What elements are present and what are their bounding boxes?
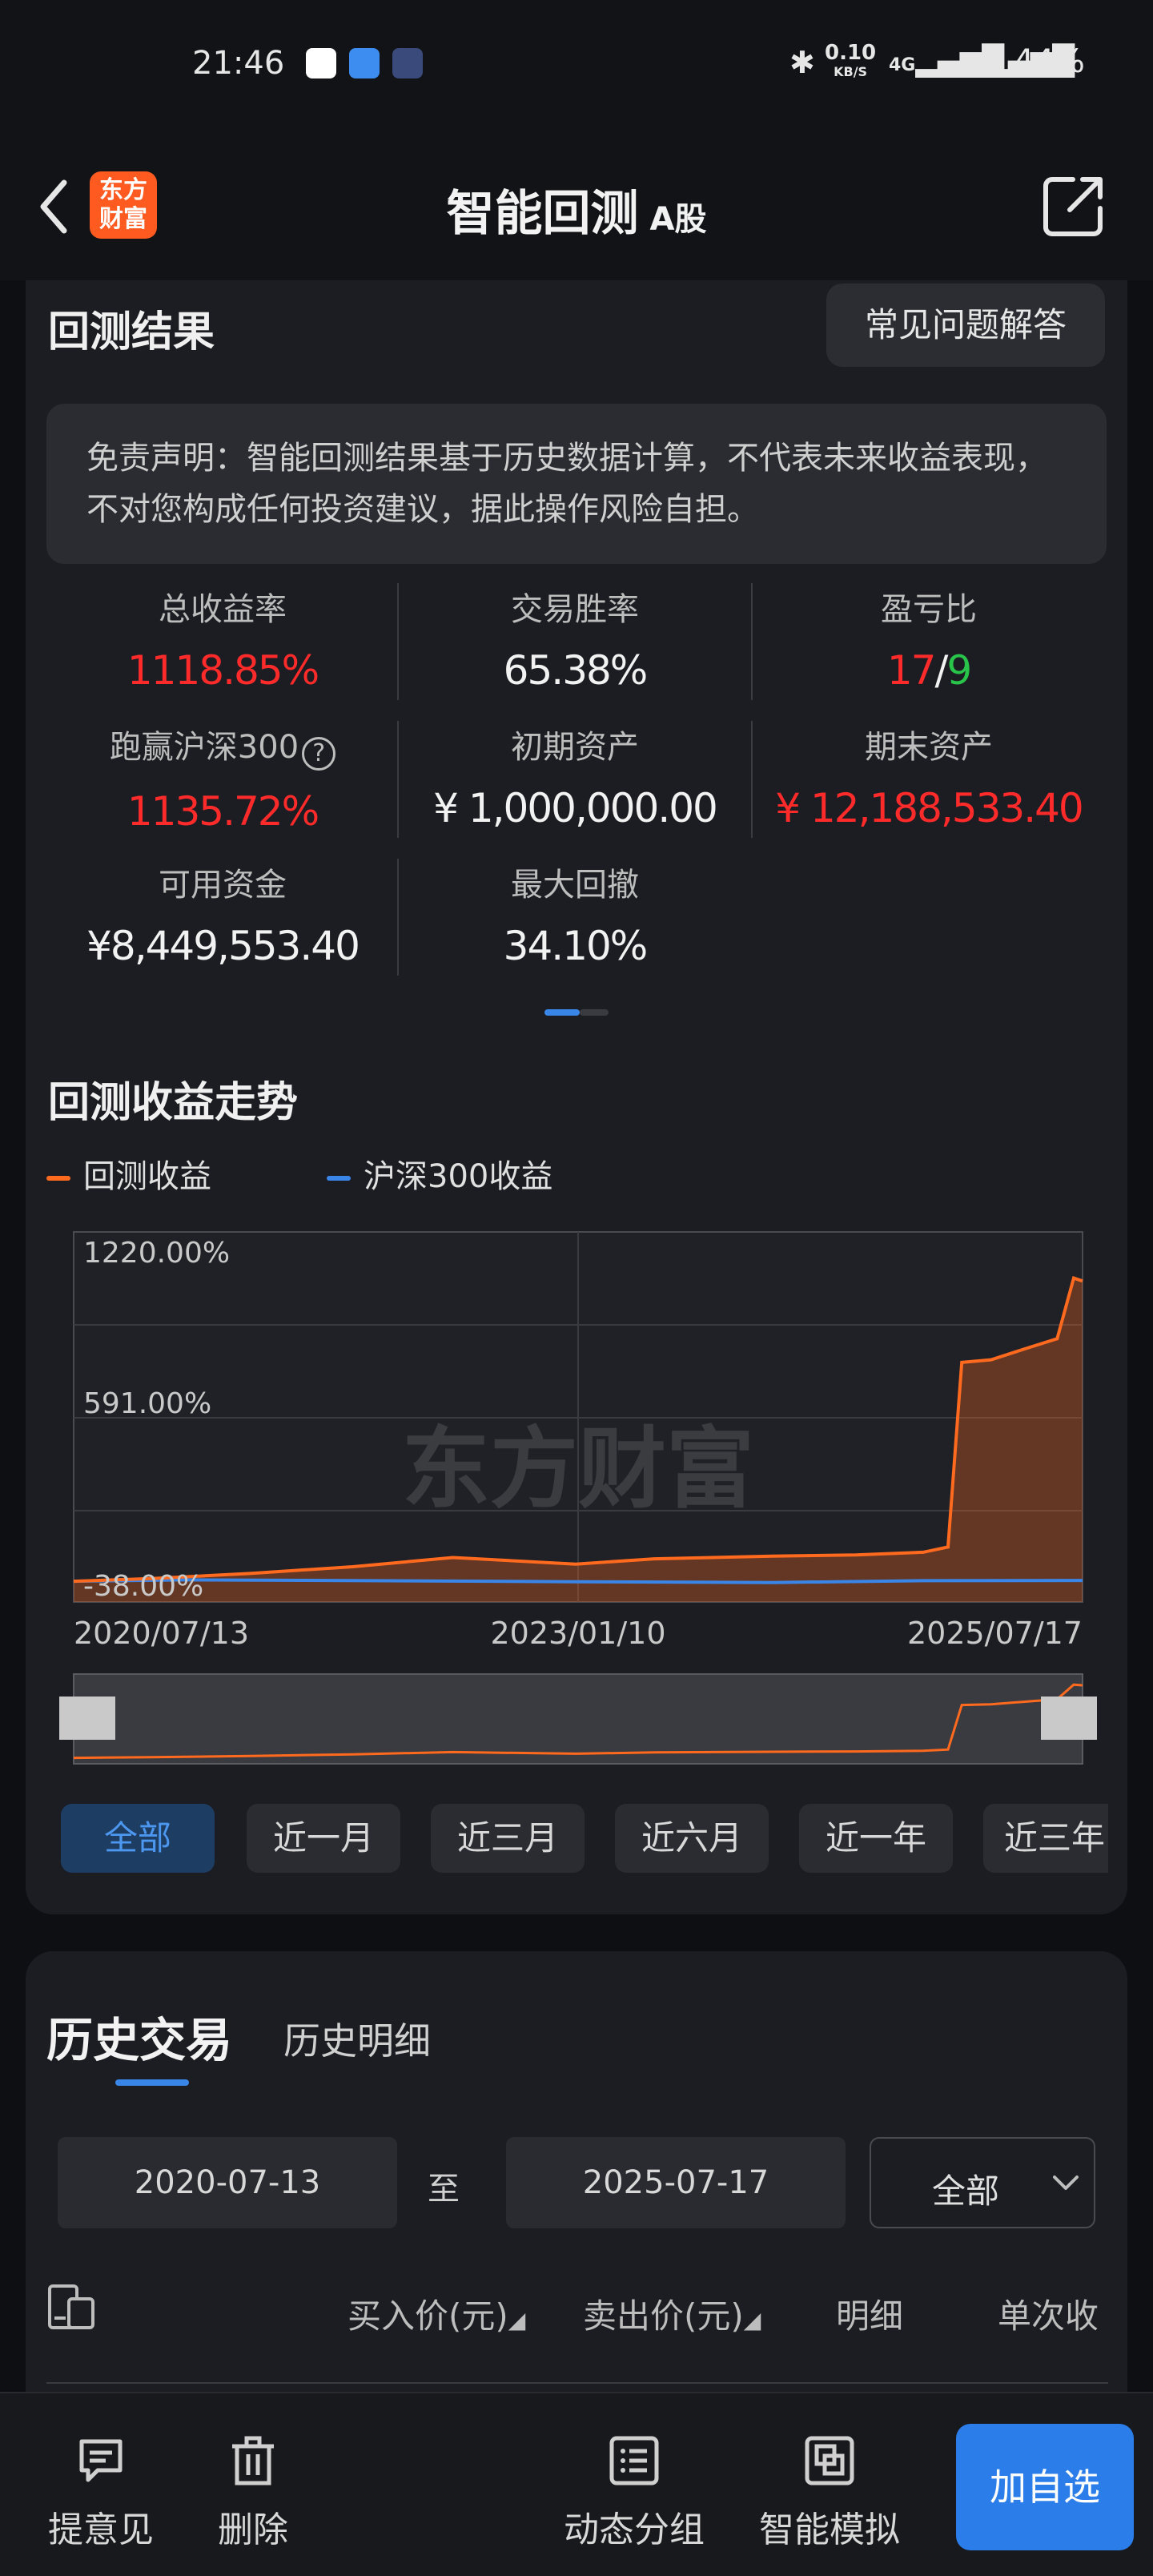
trash-icon [232,2436,274,2485]
start-date-field[interactable]: 2020-07-13 [58,2137,397,2228]
date-range-separator: 至 [428,2171,460,2208]
col-detail: 明细 [836,2296,904,2336]
watermark: 东方财富 [402,1418,754,1520]
delete-button[interactable]: 删除 [181,2435,325,2552]
feedback-button[interactable]: 提意见 [29,2435,173,2552]
col-single-return: 单次收 [998,2296,1099,2336]
range-all-button[interactable]: 全部 [61,1804,215,1873]
dynamic-group-button[interactable]: 动态分组 [554,2435,714,2552]
feedback-icon [79,2439,123,2482]
column-settings-icon[interactable] [46,2283,96,2331]
y-tick-label: -38.00% [83,1570,203,1603]
chevron-down-icon [1053,2176,1079,2190]
sort-icon: ◢ [743,2307,761,2333]
x-tick-label: 2025/07/17 [907,1616,1083,1651]
col-sell-price[interactable]: 卖出价(元)◢ [583,2289,761,2338]
list-icon [609,2436,659,2485]
range-6m-button[interactable]: 近六月 [615,1804,769,1873]
x-tick-label: 2023/01/10 [490,1616,665,1651]
y-tick-label: 591.00% [83,1387,211,1420]
tab-history-trades[interactable]: 历史交易 [46,2002,232,2070]
y-tick-label: 1220.00% [83,1237,230,1270]
smart-simulate-button[interactable]: 智能模拟 [749,2435,910,2552]
range-1y-button[interactable]: 近一年 [799,1804,953,1873]
tab-history-details[interactable]: 历史明细 [283,2012,431,2065]
range-3m-button[interactable]: 近三月 [431,1804,585,1873]
col-buy-price[interactable]: 买入价(元)◢ [348,2289,525,2338]
range-1m-button[interactable]: 近一月 [247,1804,400,1873]
range-3y-button[interactable]: 近三年 [983,1804,1108,1873]
simulate-icon [805,2436,854,2485]
add-watchlist-button[interactable]: 加自选 [956,2424,1134,2550]
filter-select[interactable]: 全部 [870,2137,1095,2228]
x-tick-label: 2020/07/13 [74,1616,249,1651]
divider [46,2382,1108,2384]
range-handle-left[interactable] [59,1697,115,1740]
sort-icon: ◢ [508,2307,526,2333]
tab-indicator [115,2079,189,2086]
range-handle-right[interactable] [1041,1697,1097,1740]
end-date-field[interactable]: 2025-07-17 [506,2137,846,2228]
filter-select-value: 全部 [932,2171,1000,2211]
